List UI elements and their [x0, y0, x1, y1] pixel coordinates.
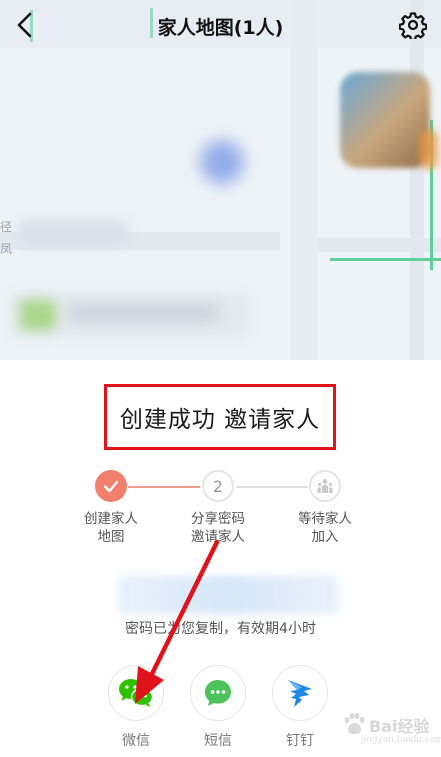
map-street-label: 径: [0, 220, 13, 234]
step-done-indicator: [95, 470, 127, 502]
map-street-label: 凤: [0, 242, 13, 256]
share-sms-button[interactable]: 短信: [188, 665, 248, 750]
blurred-map-marker: [420, 130, 438, 170]
map-road: [410, 0, 424, 360]
blurred-location-text: [68, 303, 218, 323]
baidu-jingyan-watermark: Bai经验 jingyan.baidu.com: [339, 709, 441, 749]
top-bar: 家人地图(1人): [0, 0, 441, 52]
family-icon: [317, 479, 333, 493]
blurred-location-thumbnail: [20, 300, 56, 330]
step-number-indicator: 2: [202, 470, 234, 502]
blurred-password: [118, 576, 338, 614]
sms-icon: [205, 680, 231, 706]
password-copied-note: 密码已为您复制，有效期4小时: [125, 621, 316, 637]
share-dingtalk-button[interactable]: 钉钉: [270, 665, 330, 750]
family-map[interactable]: 径 凤: [0, 0, 441, 360]
blurred-map-label: [18, 220, 128, 246]
share-wechat-button[interactable]: 微信: [106, 665, 166, 750]
share-icon-circle[interactable]: [272, 665, 328, 721]
watermark-text: Bai经验: [369, 717, 430, 736]
step-pending-indicator: [309, 470, 341, 502]
invite-steps: 创建家人 地图 2 分享密码 邀请家人 等待家人 加入: [0, 470, 441, 550]
current-location-marker: [200, 140, 244, 184]
share-icon-circle[interactable]: [190, 665, 246, 721]
annotation-highlight-box: 创建成功 邀请家人: [104, 384, 336, 450]
map-road: [290, 0, 318, 360]
blurred-user-avatar[interactable]: [340, 72, 430, 168]
step-share-password: 2 分享密码 邀请家人: [168, 470, 268, 546]
step-create-map: 创建家人 地图: [61, 470, 161, 546]
invite-panel: 创建成功 邀请家人 创建家人 地图 2 分享密码 邀请家人 等待家人 加入 密码…: [0, 360, 441, 757]
map-road: [318, 238, 441, 252]
share-label: 微信: [122, 733, 150, 749]
share-label: 短信: [204, 733, 232, 749]
map-green-route: [330, 258, 441, 261]
step-label: 创建家人 地图: [84, 511, 138, 545]
step-wait-join: 等待家人 加入: [275, 470, 375, 546]
success-headline: 创建成功 邀请家人: [119, 407, 321, 433]
checkmark-icon: [103, 480, 119, 493]
paw-icon: [344, 712, 365, 734]
wechat-icon: [119, 679, 154, 707]
gear-icon: [399, 12, 427, 39]
share-label: 钉钉: [286, 733, 314, 749]
dingtalk-icon: [288, 680, 312, 707]
watermark-url: jingyan.baidu.com: [361, 735, 441, 745]
settings-button[interactable]: [397, 9, 429, 41]
page-title: 家人地图(1人): [157, 17, 284, 39]
step-label: 等待家人 加入: [298, 511, 352, 545]
step-label: 分享密码 邀请家人: [191, 511, 245, 545]
share-icon-circle[interactable]: [108, 665, 164, 721]
